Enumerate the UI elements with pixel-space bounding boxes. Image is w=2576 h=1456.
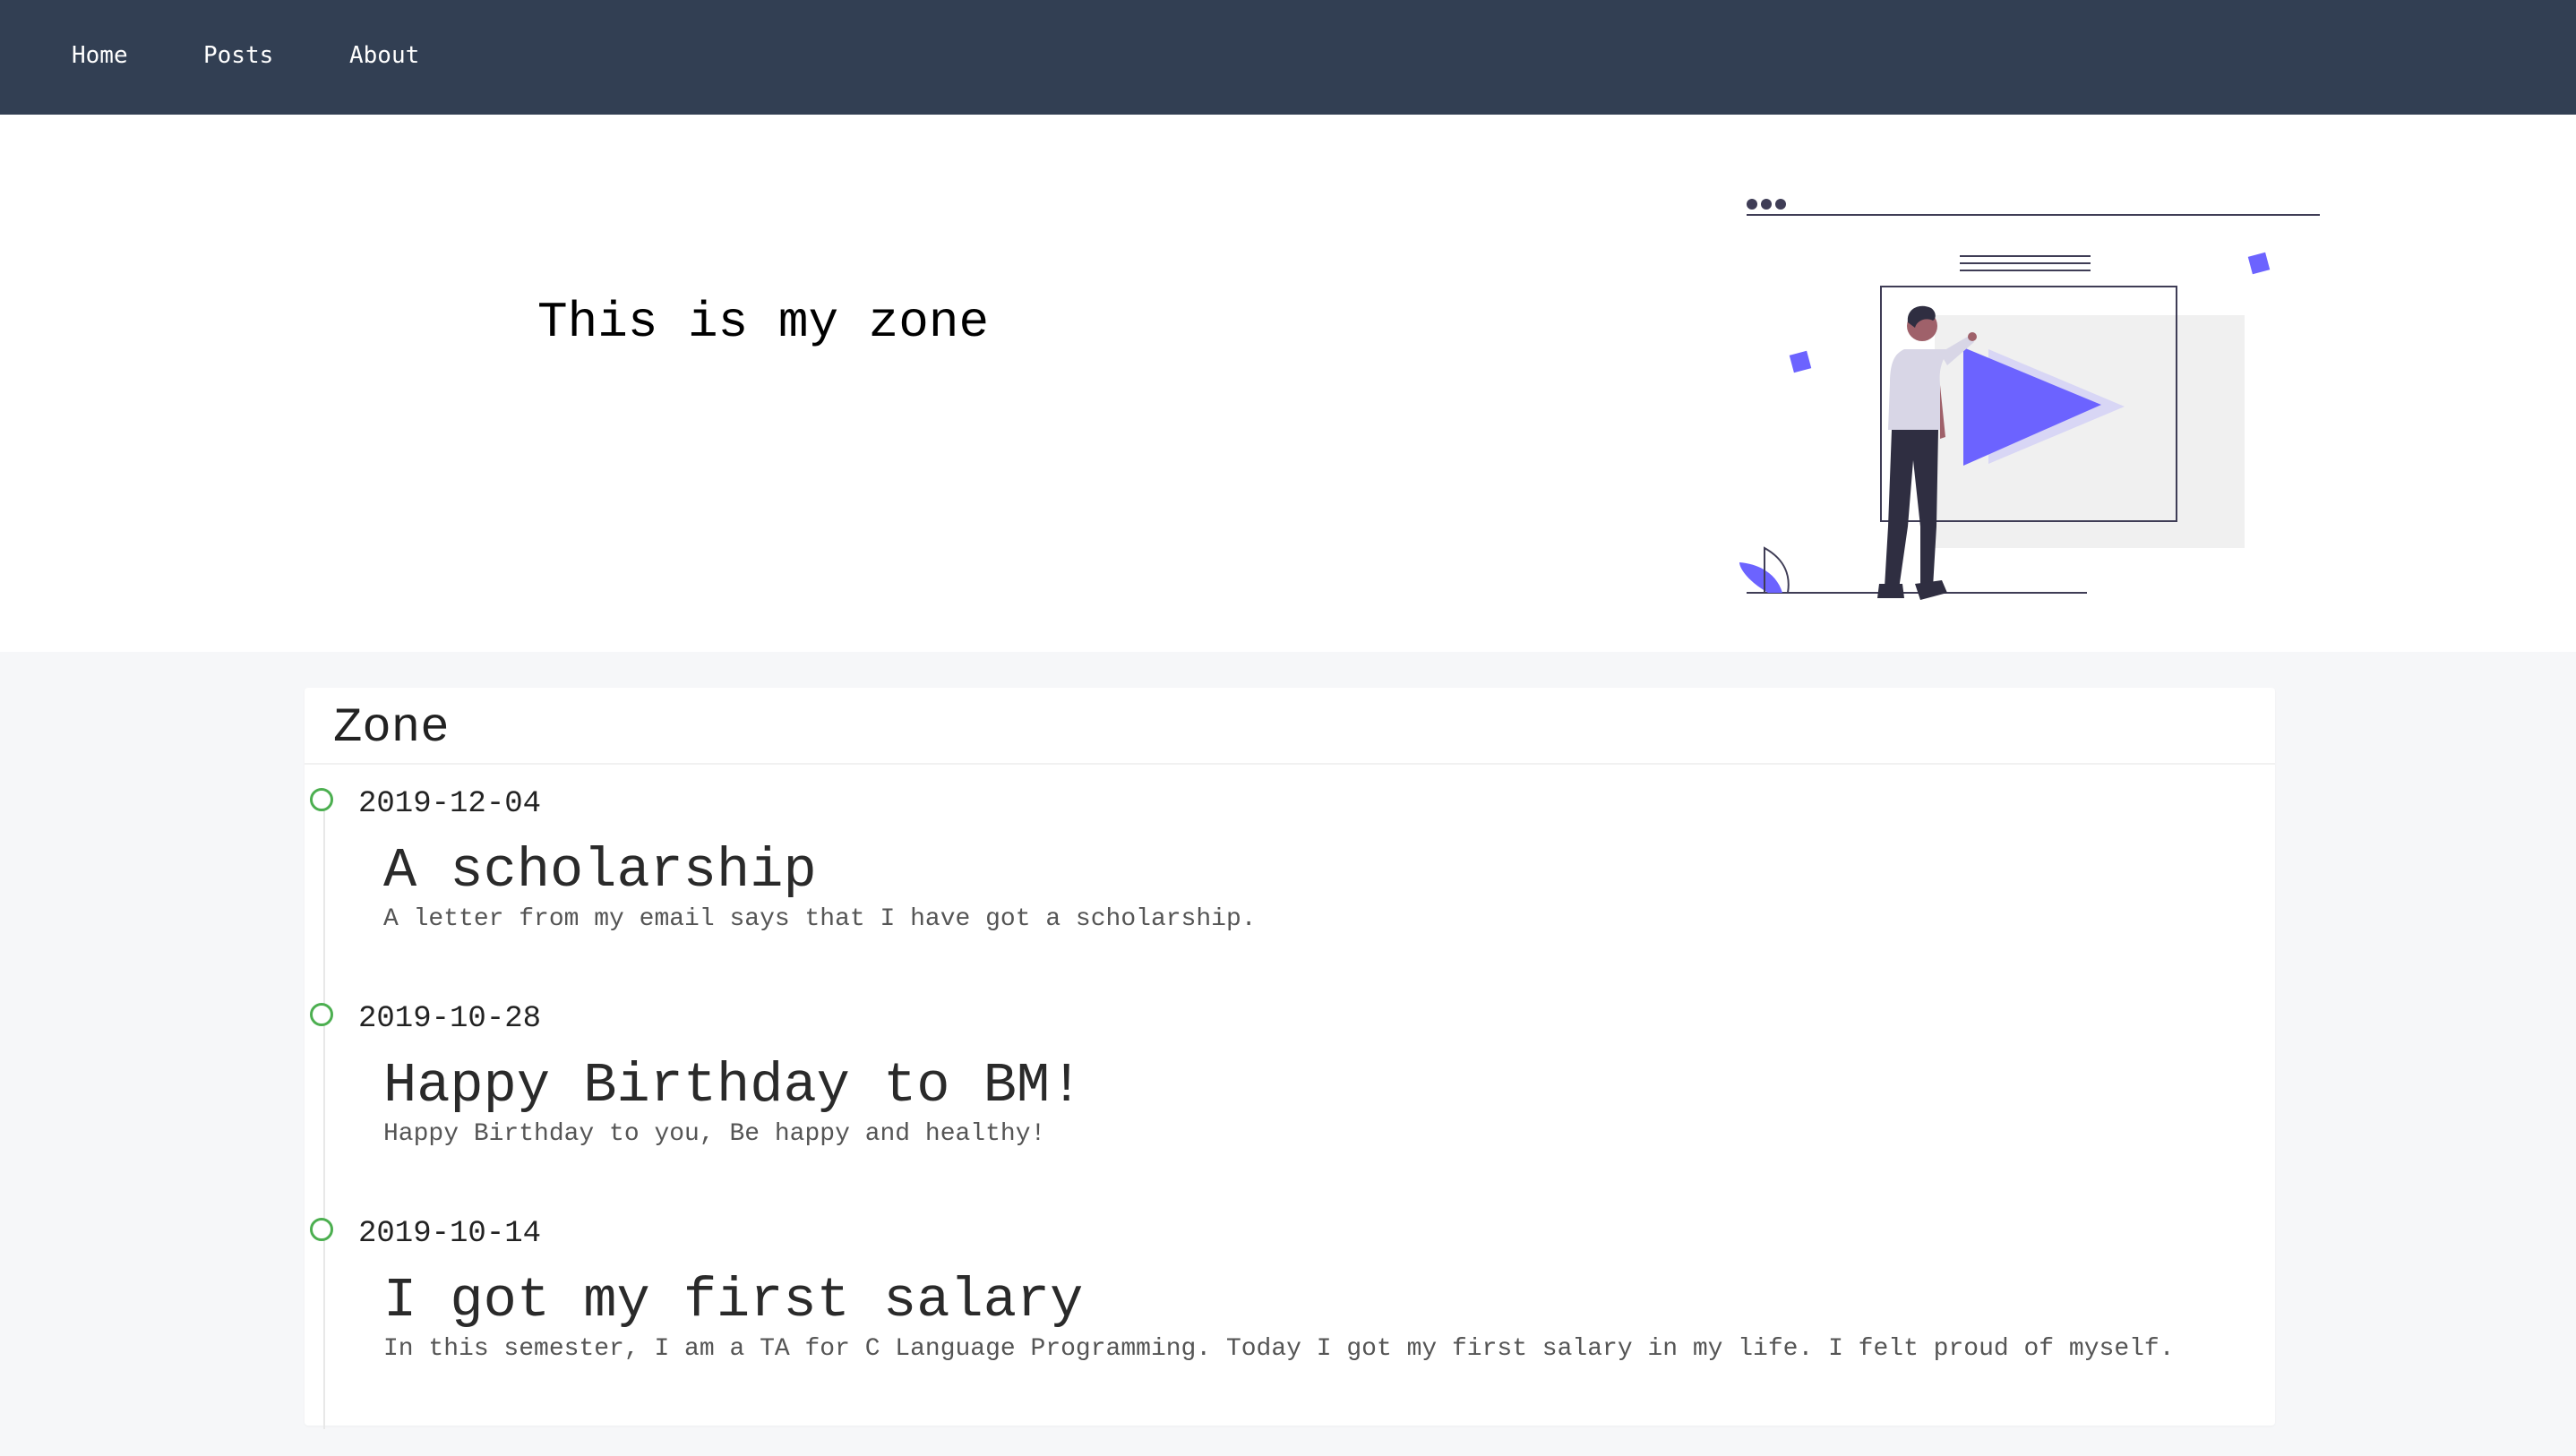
timeline-dot-icon — [310, 1218, 333, 1241]
timeline-date: 2019-10-14 — [358, 1217, 542, 1251]
timeline-dot-icon — [310, 788, 333, 811]
zone-card-header: Zone — [305, 688, 2275, 765]
zone-card: Zone 2019-12-04 A scholarship A letter f… — [305, 688, 2275, 1429]
timeline-date: 2019-10-28 — [358, 1002, 542, 1036]
timeline-item: 2019-10-28 Happy Birthday to BM! Happy B… — [305, 1002, 2275, 1218]
post-summary: A letter from my email says that I have … — [383, 905, 1257, 933]
timeline-item: 2019-12-04 A scholarship A letter from m… — [305, 787, 2275, 1003]
video-presentation-illustration-icon — [1739, 199, 2320, 600]
timeline-item: 2019-10-14 I got my first salary In this… — [305, 1217, 2275, 1433]
nav-link-about[interactable]: About — [349, 41, 419, 70]
post-summary: In this semester, I am a TA for C Langua… — [383, 1335, 2175, 1363]
hero-title: This is my zone — [537, 294, 990, 351]
zone-title: Zone — [333, 701, 450, 756]
nav-link-home[interactable]: Home — [72, 41, 128, 70]
timeline-date: 2019-12-04 — [358, 787, 542, 821]
hero-section: This is my zone — [0, 115, 2576, 652]
post-title-link[interactable]: I got my first salary — [383, 1270, 1083, 1332]
post-title-link[interactable]: A scholarship — [383, 840, 817, 903]
post-summary: Happy Birthday to you, Be happy and heal… — [383, 1120, 1046, 1148]
post-title-link[interactable]: Happy Birthday to BM! — [383, 1055, 1083, 1118]
timeline-dot-icon — [310, 1003, 333, 1026]
top-navbar: Home Posts About — [0, 0, 2576, 115]
nav-link-posts[interactable]: Posts — [203, 41, 273, 70]
